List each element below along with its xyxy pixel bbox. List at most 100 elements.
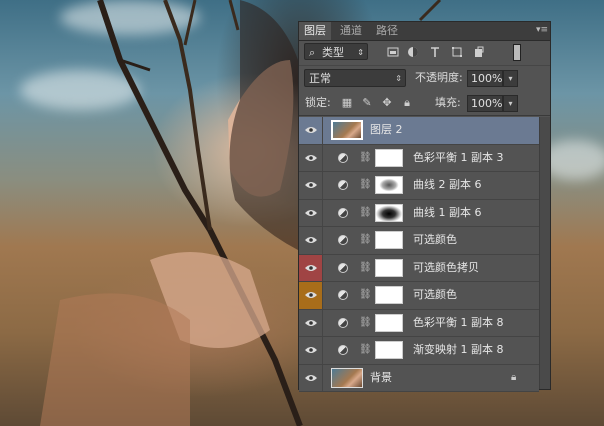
visibility-toggle[interactable]	[299, 227, 323, 254]
opacity-dropdown-button[interactable]: ▾	[503, 70, 518, 87]
adjustment-layer-icon	[338, 262, 348, 273]
layer-row-color-balance-copy-8[interactable]: ⛓︎ 色彩平衡 1 副本 8	[299, 309, 539, 337]
search-icon: ⌕	[309, 46, 316, 59]
eye-icon	[305, 374, 317, 381]
layer-thumbnail	[331, 120, 363, 140]
layer-name: 色彩平衡 1 副本 3	[413, 150, 504, 164]
layer-row-color-balance-copy-3[interactable]: ⛓︎ 色彩平衡 1 副本 3	[299, 144, 539, 172]
image-filter-icon[interactable]	[387, 46, 399, 58]
layer-mask-thumbnail[interactable]	[375, 231, 403, 249]
layer-mask-thumbnail[interactable]	[375, 258, 403, 277]
visibility-toggle[interactable]	[299, 254, 323, 281]
lock-transparent-icon[interactable]: ▦	[341, 97, 353, 109]
layer-mask-thumbnail[interactable]	[375, 286, 403, 304]
layer-row-curves-1-copy-6[interactable]: ⛓︎ 曲线 1 副本 6	[299, 199, 539, 227]
layer-name: 渐变映射 1 副本 8	[413, 343, 504, 356]
adjustment-layer-icon	[338, 152, 348, 163]
lock-icon: 🔒︎	[511, 371, 517, 383]
layer-row-background[interactable]: 背景 🔒︎	[299, 364, 539, 392]
eye-icon	[305, 237, 317, 243]
fill-label: 填充:	[435, 96, 461, 109]
link-chain-icon[interactable]: ⛓︎	[359, 289, 372, 301]
adjustment-layer-icon	[338, 180, 348, 190]
layer-mask-thumbnail[interactable]	[375, 176, 403, 194]
layer-list-scrollbar[interactable]	[539, 117, 550, 389]
visibility-toggle[interactable]	[299, 172, 323, 199]
layer-row-selective-color-2[interactable]: ⛓︎ 可选颜色	[299, 282, 539, 310]
layer-name: 曲线 1 副本 6	[413, 205, 482, 219]
filter-label: 类型	[322, 46, 344, 59]
layer-name: 可选颜色拷贝	[413, 260, 479, 274]
visibility-toggle[interactable]	[299, 199, 323, 226]
blend-mode-select[interactable]: 正常 ⇕	[304, 69, 406, 87]
eye-icon	[305, 154, 317, 161]
layer-name: 可选颜色	[413, 233, 457, 246]
panel-menu-icon[interactable]: ▾≡	[536, 26, 548, 35]
lock-image-icon[interactable]: ✎	[361, 97, 373, 109]
filter-row: ⌕ 类型 ⇕	[299, 40, 550, 66]
shape-filter-icon[interactable]	[451, 46, 463, 58]
adjustment-layer-icon	[338, 207, 348, 218]
visibility-toggle[interactable]	[299, 144, 323, 171]
visibility-toggle[interactable]	[299, 309, 323, 336]
opacity-input[interactable]: 100%	[467, 70, 503, 87]
eye-icon	[305, 182, 317, 188]
layer-row-selective-color[interactable]: ⛓︎ 可选颜色	[299, 227, 539, 255]
fill-dropdown-button[interactable]: ▾	[503, 95, 518, 112]
tab-paths[interactable]: 路径	[371, 22, 403, 40]
layer-row-selective-color-copy[interactable]: ⛓︎ 可选颜色拷贝	[299, 254, 539, 282]
layer-filter-select[interactable]: ⌕ 类型 ⇕	[304, 43, 368, 60]
link-chain-icon[interactable]: ⛓︎	[359, 234, 372, 246]
tab-layers[interactable]: 图层	[299, 22, 331, 40]
eye-icon	[305, 264, 317, 271]
lock-row: 锁定: ▦ ✎ ✥ 🔒︎ 填充: 100% ▾	[299, 92, 550, 116]
layer-mask-thumbnail[interactable]	[375, 341, 403, 359]
link-chain-icon[interactable]: ⛓︎	[359, 179, 372, 191]
type-filter-icon[interactable]	[429, 46, 441, 58]
layer-mask-thumbnail[interactable]	[375, 313, 403, 332]
layer-name: 曲线 2 副本 6	[413, 178, 482, 191]
layer-name: 可选颜色	[413, 288, 457, 301]
eye-icon	[305, 127, 317, 133]
link-chain-icon[interactable]: ⛓︎	[359, 152, 372, 164]
link-chain-icon[interactable]: ⛓︎	[359, 262, 372, 274]
smart-object-filter-icon[interactable]	[473, 46, 485, 58]
adjustment-filter-icon[interactable]	[407, 46, 419, 58]
adjustment-layer-icon	[338, 235, 348, 245]
layer-row-layer-2[interactable]: 图层 2	[299, 117, 539, 145]
filter-toggle-switch[interactable]	[513, 44, 521, 61]
adjustment-layer-icon	[338, 317, 348, 328]
chevron-updown-icon: ⇕	[395, 74, 402, 83]
layer-row-gradient-map-copy-8[interactable]: ⛓︎ 渐变映射 1 副本 8	[299, 337, 539, 365]
eye-icon	[305, 292, 317, 298]
layer-mask-thumbnail[interactable]	[375, 203, 403, 222]
layer-thumbnail	[331, 367, 363, 388]
panel-tab-bar: 图层 通道 路径 ▾≡	[299, 22, 550, 41]
layer-list: 图层 2 ⛓︎ 色彩平衡 1 副本 3 ⛓︎ 曲线 2 副本 6 ⛓︎ 曲线 1…	[299, 117, 539, 392]
tab-channels[interactable]: 通道	[335, 22, 367, 40]
visibility-toggle[interactable]	[299, 282, 323, 309]
adjustment-layer-icon	[338, 345, 348, 355]
layer-row-curves-2-copy-6[interactable]: ⛓︎ 曲线 2 副本 6	[299, 172, 539, 200]
link-chain-icon[interactable]: ⛓︎	[359, 317, 372, 329]
blend-row: 正常 ⇕ 不透明度: 100% ▾	[299, 66, 550, 90]
eye-icon	[305, 319, 317, 326]
lock-label: 锁定:	[305, 96, 331, 109]
layer-name: 图层 2	[370, 123, 403, 136]
layer-name: 背景	[370, 370, 392, 384]
fill-input[interactable]: 100%	[467, 95, 503, 112]
link-chain-icon[interactable]: ⛓︎	[359, 344, 372, 356]
lock-position-icon[interactable]: ✥	[381, 97, 393, 109]
layers-panel: 图层 通道 路径 ▾≡ ⌕ 类型 ⇕ 正常 ⇕ 不透明度: 100% ▾ 锁定:…	[298, 21, 551, 392]
visibility-toggle[interactable]	[299, 117, 323, 144]
visibility-toggle[interactable]	[299, 364, 323, 391]
link-chain-icon[interactable]: ⛓︎	[359, 207, 372, 219]
chevron-updown-icon: ⇕	[357, 48, 364, 57]
visibility-toggle[interactable]	[299, 337, 323, 364]
opacity-label: 不透明度:	[415, 71, 463, 84]
layer-mask-thumbnail[interactable]	[375, 148, 403, 167]
adjustment-layer-icon	[338, 290, 348, 300]
eye-icon	[305, 209, 317, 216]
blend-mode-value: 正常	[309, 72, 331, 85]
lock-all-icon[interactable]: 🔒︎	[401, 97, 413, 109]
